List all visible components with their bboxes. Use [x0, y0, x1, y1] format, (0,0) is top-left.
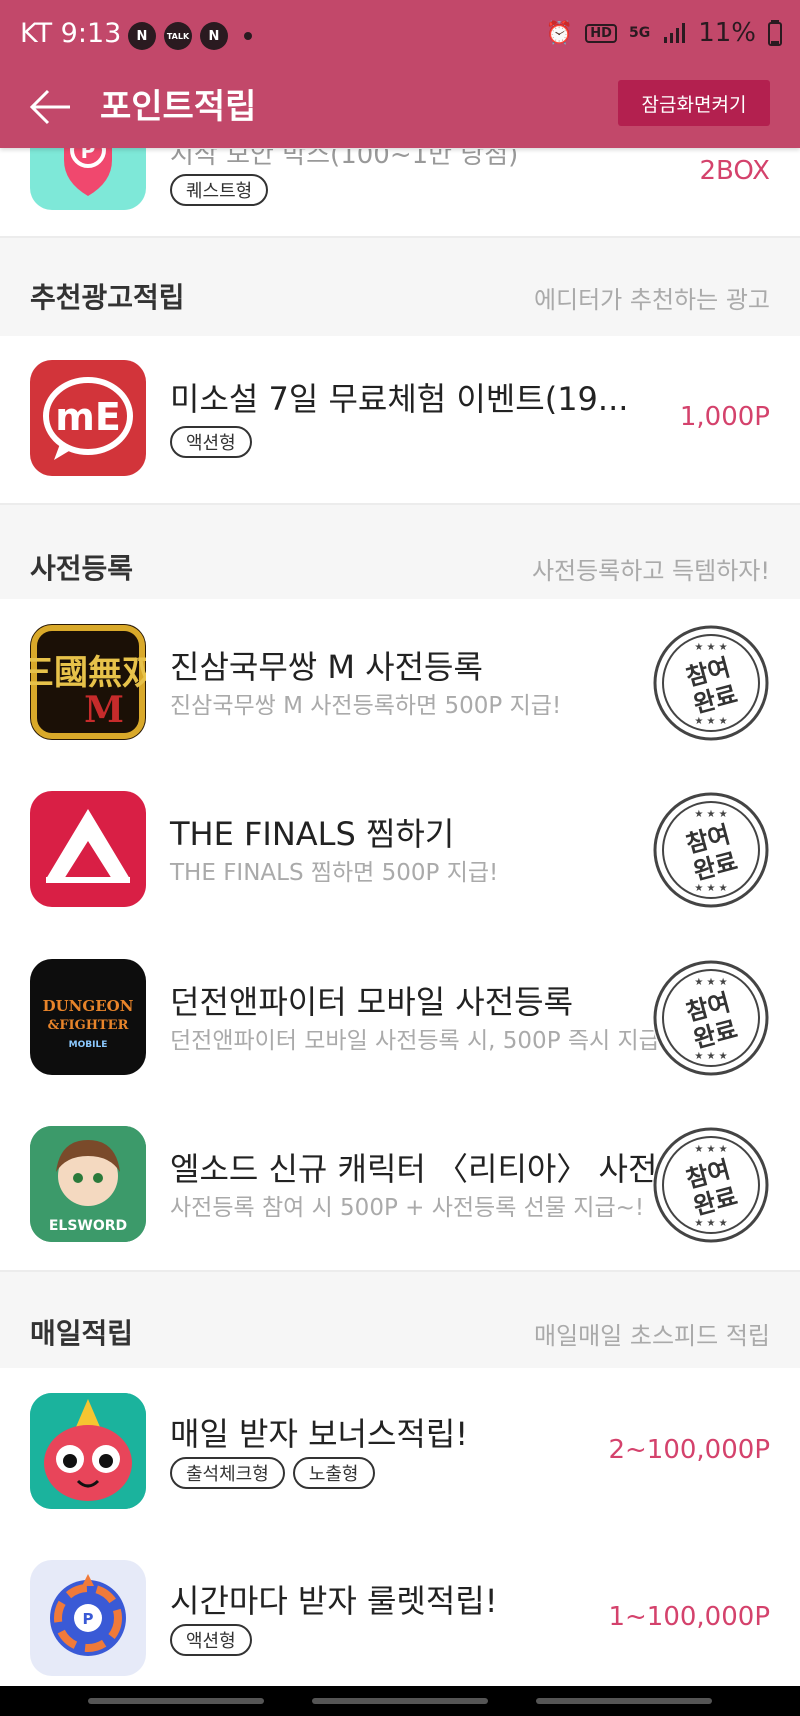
naver-notification-icon-2: N: [200, 22, 228, 50]
alarm-icon: ⏰: [545, 20, 574, 46]
daily-bonus-app-icon: [30, 1393, 146, 1509]
completed-stamp-icon: ★ ★ ★ ★ ★ ★ 참여 완료: [652, 959, 770, 1077]
status-bar: KT 9:13 N TALK N ⏰ HD 5G 11%: [0, 0, 800, 72]
nav-back-icon[interactable]: [536, 1698, 712, 1704]
notification-icons: N TALK N: [128, 22, 252, 50]
tag-action: 액션형: [170, 426, 252, 458]
tag-exposure: 노출형: [292, 1457, 375, 1489]
section-subtitle: 사전등록하고 득템하자!: [531, 557, 770, 585]
network-5g-icon: 5G: [628, 25, 651, 41]
completed-stamp-icon: ★ ★ ★ ★ ★ ★ 참여 완료: [652, 1126, 770, 1244]
item-title: THE FINALS 찜하기: [170, 815, 455, 853]
list-item-misoseol[interactable]: mE 미소설 7일 무료체험 이벤트(19... 액션형 1,000P: [0, 360, 800, 480]
dynasty-warriors-app-icon: 三國無双 M: [30, 624, 146, 740]
item-title: 진삼국무쌍 M 사전등록: [170, 648, 483, 686]
list-item-elsword[interactable]: ELSWORD 엘소드 신규 캐릭터 〈리티아〉 사전등록 사전등록 참여 시 …: [0, 1126, 800, 1246]
back-arrow-icon[interactable]: [26, 82, 76, 132]
tag-attendance: 출석체크형: [170, 1457, 285, 1489]
app-header: KT 9:13 N TALK N ⏰ HD 5G 11% 포인트적립 잠금화면켜…: [0, 0, 800, 148]
item-point: 1~100,000P: [608, 1602, 770, 1632]
section-subtitle: 에디터가 추천하는 광고: [533, 286, 770, 314]
app-bar: 포인트적립 잠금화면켜기: [0, 72, 800, 148]
section-title: 추천광고적립: [30, 281, 185, 314]
tag-quest: 퀘스트형: [170, 174, 269, 206]
svg-text:mE: mE: [55, 395, 121, 439]
page-title: 포인트적립: [100, 87, 257, 127]
completed-stamp-icon: ★ ★ ★ ★ ★ ★ 참여 완료: [652, 624, 770, 742]
svg-text:★ ★ ★: ★ ★ ★: [694, 1144, 727, 1155]
dungeon-fighter-app-icon: DUNGEON &FIGHTER MOBILE: [30, 959, 146, 1075]
more-notifications-dot-icon: [244, 32, 252, 40]
section-header-preregister: 사전등록 사전등록하고 득템하자!: [0, 503, 800, 599]
tag-action: 액션형: [170, 1624, 252, 1656]
completed-stamp-icon: ★ ★ ★ ★ ★ ★ 참여 완료: [652, 791, 770, 909]
list-item-dynasty-warriors[interactable]: 三國無双 M 진삼국무쌍 M 사전등록 진삼국무쌍 M 사전등록하면 500P …: [0, 624, 800, 744]
item-point: 2BOX: [699, 156, 770, 186]
svg-text:★ ★ ★: ★ ★ ★: [694, 977, 727, 988]
kakaotalk-notification-icon: TALK: [164, 22, 192, 50]
section-title: 매일적립: [30, 1317, 134, 1350]
item-description: 진삼국무쌍 M 사전등록하면 500P 지급!: [170, 693, 562, 719]
system-navigation-bar: [0, 1686, 800, 1716]
elsword-app-icon: ELSWORD: [30, 1126, 146, 1242]
battery-percent: 11%: [698, 18, 756, 48]
nav-recent-apps-icon[interactable]: [88, 1698, 264, 1704]
item-title: 엘소드 신규 캐릭터 〈리티아〉 사전등록: [170, 1150, 717, 1188]
svg-text:P: P: [83, 1610, 94, 1628]
item-title: 던전앤파이터 모바일 사전등록: [170, 983, 574, 1021]
status-time: KT 9:13: [20, 18, 122, 49]
item-point: 1,000P: [679, 402, 770, 432]
list-item-dungeon-fighter[interactable]: DUNGEON &FIGHTER MOBILE 던전앤파이터 모바일 사전등록 …: [0, 959, 800, 1079]
svg-text:三國無双: 三國無双: [30, 653, 146, 693]
misoseol-app-icon: mE: [30, 360, 146, 476]
lock-screen-on-button[interactable]: 잠금화면켜기: [618, 80, 770, 126]
svg-text:&FIGHTER: &FIGHTER: [48, 1018, 129, 1033]
hd-voice-icon: HD: [585, 23, 617, 43]
item-point: 2~100,000P: [608, 1435, 770, 1465]
list-item-the-finals[interactable]: THE FINALS 찜하기 THE FINALS 찜하면 500P 지급! ★…: [0, 791, 800, 911]
svg-text:DUNGEON: DUNGEON: [43, 997, 134, 1015]
list-item-daily-bonus[interactable]: 매일 받자 보너스적립! 출석체크형 노출형 2~100,000P: [0, 1393, 800, 1513]
item-description: 던전앤파이터 모바일 사전등록 시, 500P 즉시 지급!: [170, 1028, 670, 1054]
item-title: 시간마다 받자 룰렛적립!: [170, 1582, 498, 1620]
item-description: THE FINALS 찜하면 500P 지급!: [170, 860, 499, 886]
roulette-app-icon: P: [30, 1560, 146, 1676]
item-description: 사전등록 참여 시 500P + 사전등록 선물 지급~!: [170, 1195, 645, 1221]
the-finals-app-icon: [30, 791, 146, 907]
svg-text:★ ★ ★: ★ ★ ★: [694, 642, 727, 653]
nav-home-icon[interactable]: [312, 1698, 488, 1704]
item-title: 미소설 7일 무료체험 이벤트(19...: [170, 380, 629, 418]
svg-text:ELSWORD: ELSWORD: [49, 1218, 127, 1234]
status-right: ⏰ HD 5G 11%: [546, 18, 782, 48]
section-subtitle: 매일매일 초스피드 적립: [533, 1322, 770, 1350]
section-title: 사전등록: [30, 552, 134, 585]
section-header-recommended: 추천광고적립 에디터가 추천하는 광고: [0, 236, 800, 336]
item-title: 매일 받자 보너스적립!: [170, 1415, 469, 1453]
battery-icon: [768, 20, 782, 46]
svg-text:MOBILE: MOBILE: [69, 1040, 108, 1050]
section-header-daily: 매일적립 매일매일 초스피드 적립: [0, 1270, 800, 1368]
svg-text:M: M: [84, 689, 124, 731]
svg-text:★ ★ ★: ★ ★ ★: [694, 809, 727, 820]
list-item-roulette[interactable]: P 시간마다 받자 룰렛적립! 액션형 1~100,000P: [0, 1560, 800, 1680]
signal-icon: [664, 23, 686, 43]
naver-notification-icon: N: [128, 22, 156, 50]
